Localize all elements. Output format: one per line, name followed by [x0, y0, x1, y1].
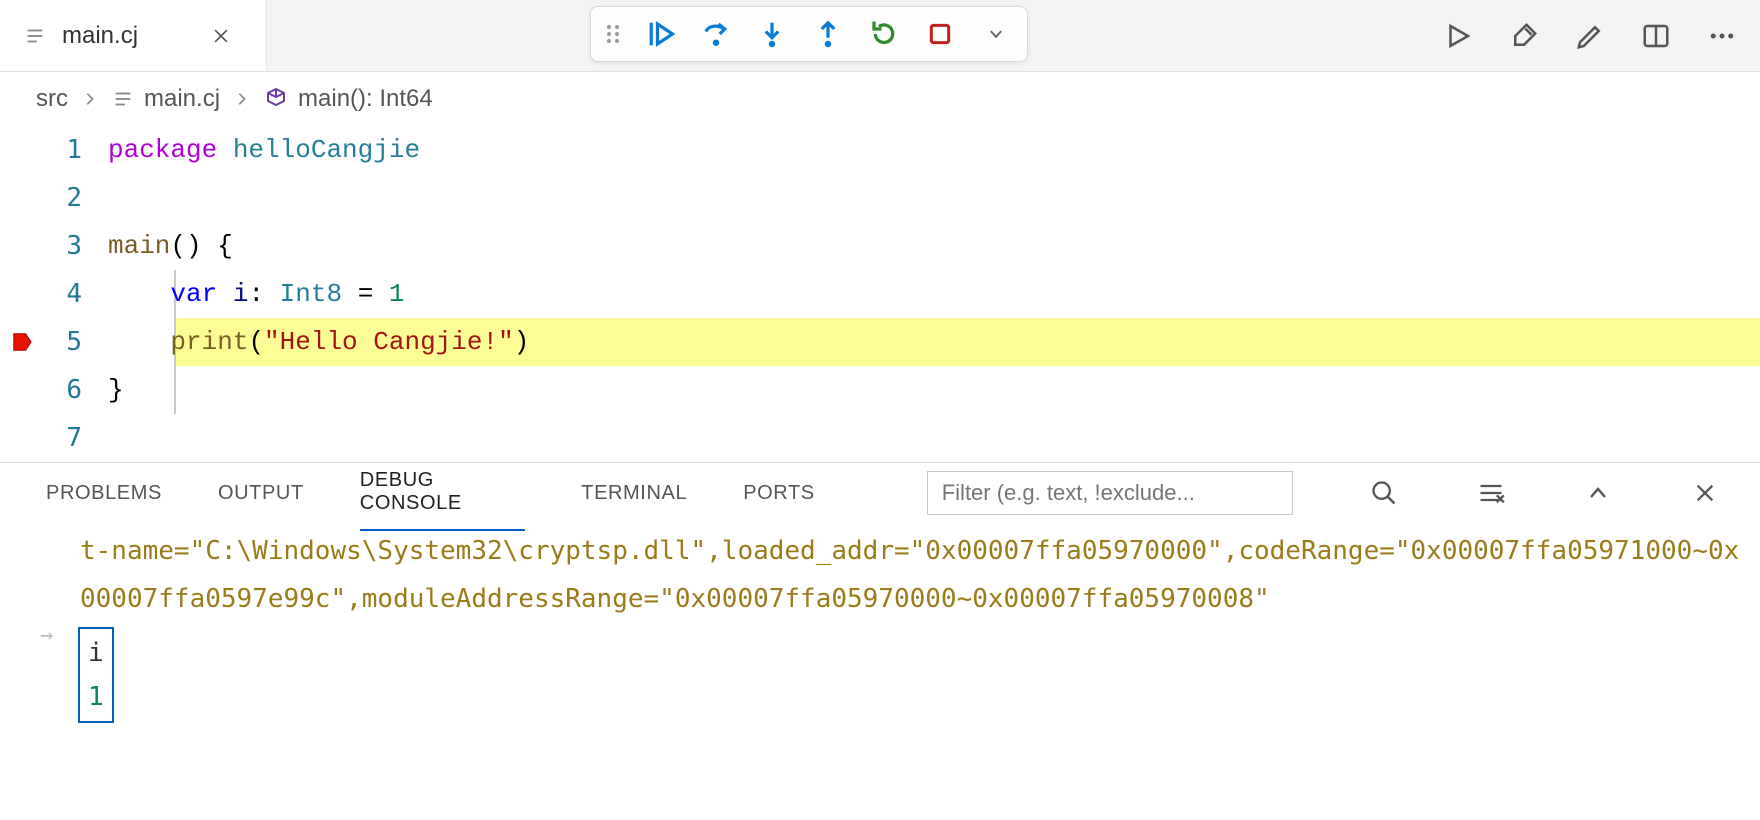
tab-output[interactable]: OUTPUT — [218, 468, 304, 519]
search-icon[interactable] — [1369, 476, 1400, 510]
indent-guide — [174, 366, 176, 414]
stop-button[interactable] — [923, 17, 957, 51]
chevron-up-icon[interactable] — [1582, 476, 1613, 510]
breadcrumb[interactable]: src main.cj main(): Int64 — [0, 72, 1760, 126]
console-eval-input: i — [88, 631, 104, 675]
close-tab-button[interactable] — [204, 19, 238, 53]
tab-terminal[interactable]: TERMINAL — [581, 468, 687, 519]
step-out-button[interactable] — [811, 17, 845, 51]
line-number: 7 — [44, 423, 108, 453]
console-log-line: t-name="C:\Windows\System32\cryptsp.dll"… — [20, 527, 1740, 623]
continue-button[interactable] — [643, 17, 677, 51]
clear-console-icon[interactable] — [1475, 476, 1506, 510]
drag-grip-icon[interactable] — [605, 22, 621, 46]
tab-bar: main.cj — [0, 0, 1760, 72]
step-over-button[interactable] — [699, 17, 733, 51]
code-line[interactable]: 6} — [0, 366, 1760, 414]
line-number: 2 — [44, 183, 108, 213]
code-line[interactable]: 3main() { — [0, 222, 1760, 270]
line-number: 5 — [44, 327, 108, 357]
code-content[interactable]: main() { — [108, 231, 233, 261]
code-editor[interactable]: 1package helloCangjie23main() {4 var i: … — [0, 126, 1760, 462]
close-panel-icon[interactable] — [1689, 476, 1720, 510]
chevron-right-icon — [82, 91, 98, 107]
line-number: 3 — [44, 231, 108, 261]
debug-more-button[interactable] — [979, 17, 1013, 51]
breadcrumb-file-label: main.cj — [144, 85, 220, 113]
code-content[interactable]: var i: Int8 = 1 — [108, 279, 405, 309]
prompt-arrow-icon: → — [40, 623, 53, 648]
tab-debug-console[interactable]: DEBUG CONSOLE — [360, 455, 525, 531]
breadcrumb-folder-label: src — [36, 85, 68, 113]
editor-tab[interactable]: main.cj — [0, 0, 267, 71]
step-into-button[interactable] — [755, 17, 789, 51]
line-number: 4 — [44, 279, 108, 309]
console-eval-block: i 1 — [78, 627, 114, 723]
breadcrumb-folder[interactable]: src — [36, 85, 68, 113]
editor-actions — [1440, 0, 1740, 72]
tab-ports[interactable]: PORTS — [743, 468, 815, 519]
breadcrumb-file[interactable]: main.cj — [112, 85, 220, 113]
code-line[interactable]: 2 — [0, 174, 1760, 222]
edit-button[interactable] — [1572, 18, 1608, 54]
code-line[interactable]: 5 print("Hello Cangjie!") — [0, 318, 1760, 366]
tab-problems[interactable]: PROBLEMS — [46, 468, 162, 519]
method-icon — [264, 87, 288, 111]
code-content[interactable]: print("Hello Cangjie!") — [108, 327, 529, 357]
panel-tabs: PROBLEMS OUTPUT DEBUG CONSOLE TERMINAL P… — [0, 463, 1760, 523]
bottom-panel: PROBLEMS OUTPUT DEBUG CONSOLE TERMINAL P… — [0, 462, 1760, 820]
breadcrumb-symbol[interactable]: main(): Int64 — [264, 85, 433, 113]
more-actions-button[interactable] — [1704, 18, 1740, 54]
code-line[interactable]: 7 — [0, 414, 1760, 462]
breakpoint-gutter[interactable] — [0, 331, 44, 353]
tab-filename: main.cj — [62, 22, 138, 50]
breakpoint-icon — [11, 331, 33, 353]
code-content[interactable]: } — [108, 375, 124, 405]
file-icon — [112, 88, 134, 110]
code-line[interactable]: 4 var i: Int8 = 1 — [0, 270, 1760, 318]
split-editor-button[interactable] — [1638, 18, 1674, 54]
run-button[interactable] — [1440, 18, 1476, 54]
line-number: 6 — [44, 375, 108, 405]
debug-toolbar — [590, 6, 1028, 62]
console-filter-input[interactable] — [927, 471, 1293, 515]
debug-console-output[interactable]: t-name="C:\Windows\System32\cryptsp.dll"… — [0, 523, 1760, 820]
code-content[interactable]: package helloCangjie — [108, 135, 420, 165]
chevron-right-icon — [234, 91, 250, 107]
code-line[interactable]: 1package helloCangjie — [0, 126, 1760, 174]
restart-button[interactable] — [867, 17, 901, 51]
breadcrumb-symbol-label: main(): Int64 — [298, 85, 433, 113]
file-icon — [24, 25, 46, 47]
build-button[interactable] — [1506, 18, 1542, 54]
console-eval-output: 1 — [88, 675, 104, 719]
line-number: 1 — [44, 135, 108, 165]
